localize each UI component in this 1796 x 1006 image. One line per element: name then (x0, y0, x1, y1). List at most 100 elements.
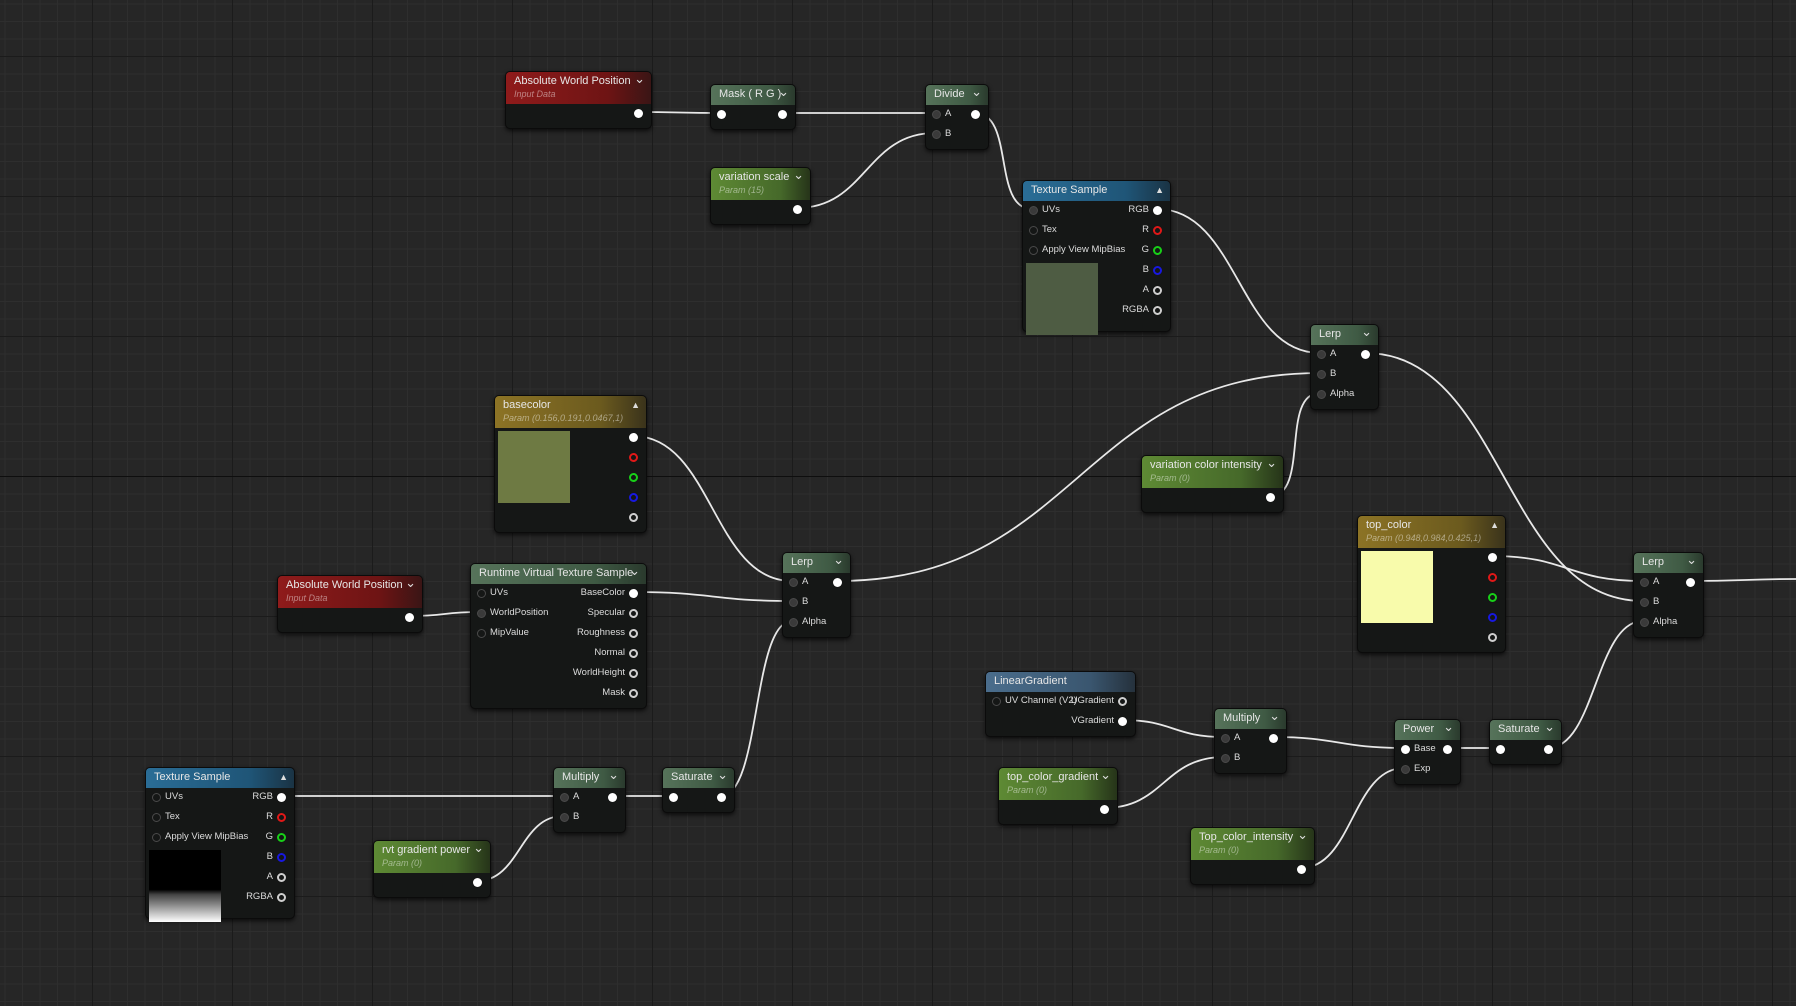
node-tci[interactable]: Top_color_intensity Param (0) ⌄ (1190, 827, 1315, 885)
input-pin[interactable] (789, 617, 798, 627)
collapse-chevron-up-icon[interactable]: ▲ (1490, 520, 1499, 530)
node-tex1[interactable]: Texture Sample ▲ UVs Tex Apply View MipBias R… (1022, 180, 1171, 335)
node-header[interactable]: Saturate ⌄ (1490, 719, 1561, 740)
node-header[interactable]: Divide ⌄ (926, 84, 988, 105)
expand-chevron-down-icon[interactable]: ⌄ (793, 167, 804, 183)
output-pin[interactable] (1443, 744, 1452, 754)
output-pin[interactable] (971, 109, 980, 119)
expand-chevron-down-icon[interactable]: ⌄ (971, 84, 982, 100)
collapse-chevron-up-icon[interactable]: ▲ (279, 772, 288, 782)
output-pin[interactable] (778, 109, 787, 119)
input-pin[interactable] (1029, 245, 1038, 255)
wire[interactable] (1300, 767, 1405, 869)
output-pin[interactable] (1153, 245, 1162, 255)
expand-chevron-down-icon[interactable]: ⌄ (1297, 827, 1308, 843)
node-divide[interactable]: Divide ⌄ A B (925, 84, 989, 150)
output-pin[interactable] (1153, 285, 1162, 295)
node-header[interactable]: Lerp ⌄ (1311, 324, 1378, 345)
wire[interactable] (1689, 578, 1796, 582)
output-pin[interactable] (629, 608, 638, 618)
input-pin[interactable] (992, 696, 1001, 706)
input-pin[interactable] (717, 109, 726, 119)
output-pin[interactable] (629, 452, 638, 462)
input-pin[interactable] (789, 597, 798, 607)
output-pin[interactable] (277, 872, 286, 882)
node-topcolor[interactable]: top_color Param (0.948,0.984,0.425,1) ▲ (1357, 515, 1506, 653)
output-pin[interactable] (629, 512, 638, 522)
input-pin[interactable] (932, 109, 941, 119)
wire[interactable] (1491, 555, 1644, 582)
output-pin[interactable] (1488, 612, 1497, 622)
wire[interactable] (632, 435, 793, 582)
expand-chevron-down-icon[interactable]: ⌄ (608, 767, 619, 783)
node-header[interactable]: top_color_gradient Param (0) ⌄ (999, 767, 1117, 800)
input-pin[interactable] (560, 812, 569, 822)
node-awp1[interactable]: Absolute World Position Input Data ⌄ (505, 71, 652, 129)
node-rvt[interactable]: Runtime Virtual Texture Sample ⌄ UVs WorldP… (470, 563, 647, 709)
expand-chevron-down-icon[interactable]: ⌄ (833, 552, 844, 568)
node-header[interactable]: Multiply ⌄ (554, 767, 625, 788)
node-header[interactable]: Saturate ⌄ (663, 767, 734, 788)
node-header[interactable]: variation scale Param (15) ⌄ (711, 167, 810, 200)
output-pin[interactable] (1686, 577, 1695, 587)
node-awp2[interactable]: Absolute World Position Input Data ⌄ (277, 575, 423, 633)
output-pin[interactable] (277, 892, 286, 902)
node-header[interactable]: Absolute World Position Input Data ⌄ (506, 71, 651, 104)
output-pin[interactable] (1118, 696, 1127, 706)
output-pin[interactable] (1153, 225, 1162, 235)
wire[interactable] (632, 591, 793, 602)
input-pin[interactable] (1317, 349, 1326, 359)
output-pin[interactable] (833, 577, 842, 587)
wire[interactable] (1121, 719, 1225, 738)
input-pin[interactable] (152, 792, 161, 802)
output-pin[interactable] (1297, 864, 1306, 874)
input-pin[interactable] (560, 792, 569, 802)
input-pin[interactable] (1640, 617, 1649, 627)
node-header[interactable]: Multiply ⌄ (1215, 708, 1286, 729)
expand-chevron-down-icon[interactable]: ⌄ (1686, 552, 1697, 568)
output-pin[interactable] (1488, 572, 1497, 582)
output-pin[interactable] (629, 668, 638, 678)
wire[interactable] (1103, 756, 1225, 809)
node-header[interactable]: Lerp ⌄ (783, 552, 850, 573)
input-pin[interactable] (152, 832, 161, 842)
wire[interactable] (1156, 208, 1321, 354)
output-pin[interactable] (1118, 716, 1127, 726)
node-vscale[interactable]: variation scale Param (15) ⌄ (710, 167, 811, 225)
wire[interactable] (1272, 736, 1405, 749)
expand-chevron-down-icon[interactable]: ⌄ (717, 767, 728, 783)
input-pin[interactable] (1640, 597, 1649, 607)
output-pin[interactable] (1153, 265, 1162, 275)
output-pin[interactable] (629, 588, 638, 598)
node-sat1[interactable]: Saturate ⌄ (1489, 719, 1562, 765)
material-graph-canvas[interactable]: Absolute World Position Input Data ⌄ Mask (… (0, 0, 1796, 1006)
collapse-chevron-up-icon[interactable]: ▲ (1155, 185, 1164, 195)
output-pin[interactable] (629, 648, 638, 658)
node-mask[interactable]: Mask ( R G ) ⌄ (710, 84, 796, 130)
input-pin[interactable] (1496, 744, 1505, 754)
output-pin[interactable] (1153, 205, 1162, 215)
node-header[interactable]: Power ⌄ (1395, 719, 1460, 740)
node-header[interactable]: variation color intensity Param (0) ⌄ (1142, 455, 1283, 488)
output-pin[interactable] (1488, 552, 1497, 562)
node-sat2[interactable]: Saturate ⌄ (662, 767, 735, 813)
output-pin[interactable] (473, 877, 482, 887)
node-rvtgp[interactable]: rvt gradient power Param (0) ⌄ (373, 840, 491, 898)
output-pin[interactable] (793, 204, 802, 214)
node-mul1[interactable]: Multiply ⌄ A B (1214, 708, 1287, 774)
input-pin[interactable] (789, 577, 798, 587)
output-pin[interactable] (1488, 592, 1497, 602)
node-lerp2[interactable]: Lerp ⌄ A B Alpha (1633, 552, 1704, 638)
output-pin[interactable] (277, 832, 286, 842)
node-mul2[interactable]: Multiply ⌄ A B (553, 767, 626, 833)
output-pin[interactable] (608, 792, 617, 802)
input-pin[interactable] (152, 812, 161, 822)
node-lingrad[interactable]: LinearGradient UV Channel (V2) UGradient VG… (985, 671, 1136, 737)
node-header[interactable]: rvt gradient power Param (0) ⌄ (374, 840, 490, 873)
input-pin[interactable] (477, 588, 486, 598)
input-pin[interactable] (669, 792, 678, 802)
output-pin[interactable] (277, 812, 286, 822)
output-pin[interactable] (1544, 744, 1553, 754)
collapse-chevron-up-icon[interactable]: ▲ (631, 400, 640, 410)
input-pin[interactable] (1317, 369, 1326, 379)
